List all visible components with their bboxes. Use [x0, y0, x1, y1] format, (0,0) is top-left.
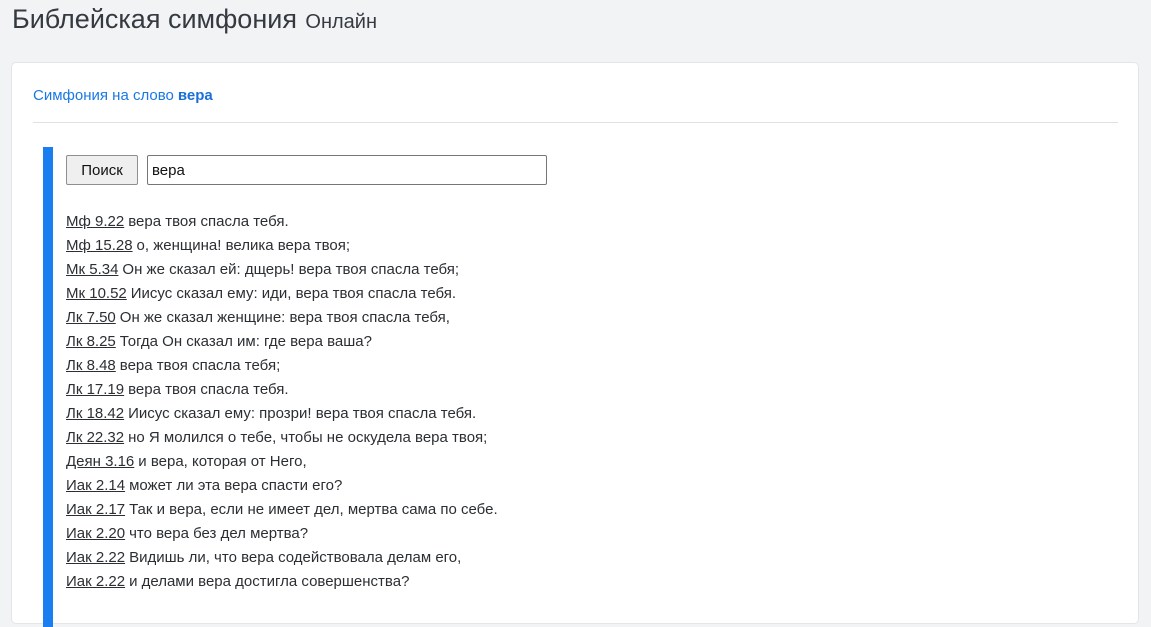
- verse-text: Так и вера, если не имеет дел, мертва са…: [129, 501, 498, 518]
- verse-text: Он же сказал женщине: вера твоя спасла т…: [119, 309, 450, 326]
- verse-text: и вера, которая от Него,: [138, 453, 307, 470]
- verse-ref-link[interactable]: Лк 7.50: [66, 309, 116, 326]
- verse-ref-link[interactable]: Мк 5.34: [66, 261, 118, 278]
- verse-ref-link[interactable]: Лк 17.19: [66, 381, 124, 398]
- verse-item: Лк 7.50 Он же сказал женщине: вера твоя с…: [66, 306, 498, 330]
- verse-item: Лк 17.19 вера твоя спасла тебя.: [66, 378, 498, 402]
- verse-text: может ли эта вера спасти его?: [129, 477, 343, 494]
- page-header: Библейская симфония Онлайн: [12, 4, 377, 35]
- verse-text: что вера без дел мертва?: [129, 525, 309, 542]
- verse-item: Иак 2.14 может ли эта вера спасти его?: [66, 474, 498, 498]
- verse-text: но Я молился о тебе, чтобы не оскудела в…: [128, 429, 488, 446]
- verse-text: вера твоя спасла тебя.: [128, 213, 289, 230]
- verse-item: Лк 18.42 Иисус сказал ему: прозри! вера т…: [66, 402, 498, 426]
- verse-text: Он же сказал ей: дщерь! вера твоя спасла…: [122, 261, 460, 278]
- breadcrumb-prefix[interactable]: Симфония на слово: [33, 87, 174, 104]
- verse-item: Мк 10.52 Иисус сказал ему: иди, вера твоя…: [66, 282, 498, 306]
- verse-ref-link[interactable]: Лк 8.25: [66, 333, 116, 350]
- verse-item: Иак 2.22 Видишь ли, что вера содействовал…: [66, 546, 498, 570]
- verse-item: Иак 2.22 и делами вера достигла совершенс…: [66, 570, 498, 594]
- verse-ref-link[interactable]: Мф 9.22: [66, 213, 124, 230]
- divider: [33, 122, 1118, 123]
- page-subtitle: Онлайн: [305, 11, 378, 33]
- verse-text: Иисус сказал ему: прозри! вера твоя спас…: [128, 405, 477, 422]
- verse-item: Иак 2.20 что вера без дел мертва?: [66, 522, 498, 546]
- verse-text: вера твоя спасла тебя;: [119, 357, 281, 374]
- verse-text: Видишь ли, что вера содействовала делам …: [129, 549, 462, 566]
- search-input[interactable]: [147, 155, 547, 185]
- breadcrumb[interactable]: Симфония на слово вера: [33, 87, 213, 104]
- verse-ref-link[interactable]: Лк 18.42: [66, 405, 124, 422]
- verse-list: Мф 9.22 вера твоя спасла тебя. Мф 15.28 о,…: [66, 210, 498, 594]
- verse-text: и делами вера достигла совершенства?: [129, 573, 410, 590]
- verse-ref-link[interactable]: Мф 15.28: [66, 237, 133, 254]
- verse-text: Иисус сказал ему: иди, вера твоя спасла …: [130, 285, 457, 302]
- verse-text: о, женщина! велика вера твоя;: [136, 237, 351, 254]
- verse-item: Лк 22.32 но Я молился о тебе, чтобы не ос…: [66, 426, 498, 450]
- verse-ref-link[interactable]: Иак 2.17: [66, 501, 125, 518]
- verse-item: Мф 9.22 вера твоя спасла тебя.: [66, 210, 498, 234]
- verse-item: Лк 8.48 вера твоя спасла тебя;: [66, 354, 498, 378]
- verse-ref-link[interactable]: Иак 2.22: [66, 549, 125, 566]
- verse-ref-link[interactable]: Лк 22.32: [66, 429, 124, 446]
- main-card: Симфония на слововера Поиск Мф 9.22вера …: [11, 62, 1139, 627]
- search-button[interactable]: Поиск: [66, 155, 138, 185]
- verse-ref-link[interactable]: Деян 3.16: [66, 453, 134, 470]
- breadcrumb-query-word[interactable]: вера: [178, 87, 213, 104]
- verse-item: Иак 2.17 Так и вера, если не имеет дел, м…: [66, 498, 498, 522]
- page-title: Библейская симфония: [12, 4, 297, 34]
- verse-item: Мк 5.34 Он же сказал ей: дщерь! вера твоя…: [66, 258, 498, 282]
- verse-item: Лк 8.25 Тогда Он сказал им: где вера ваша…: [66, 330, 498, 354]
- verse-text: Тогда Он сказал им: где вера ваша?: [119, 333, 372, 350]
- verse-ref-link[interactable]: Лк 8.48: [66, 357, 116, 374]
- verse-ref-link[interactable]: Иак 2.22: [66, 573, 125, 590]
- verse-item: Мф 15.28 о, женщина! велика вера твоя;: [66, 234, 498, 258]
- verse-ref-link[interactable]: Мк 10.52: [66, 285, 127, 302]
- verse-ref-link[interactable]: Иак 2.20: [66, 525, 125, 542]
- results-block: Поиск Мф 9.22вера твоя спасла тебя. Мф 1…: [43, 147, 1123, 627]
- verse-item: Деян 3.16 и вера, которая от Него,: [66, 450, 498, 474]
- verse-ref-link[interactable]: Иак 2.14: [66, 477, 125, 494]
- verse-text: вера твоя спасла тебя.: [128, 381, 289, 398]
